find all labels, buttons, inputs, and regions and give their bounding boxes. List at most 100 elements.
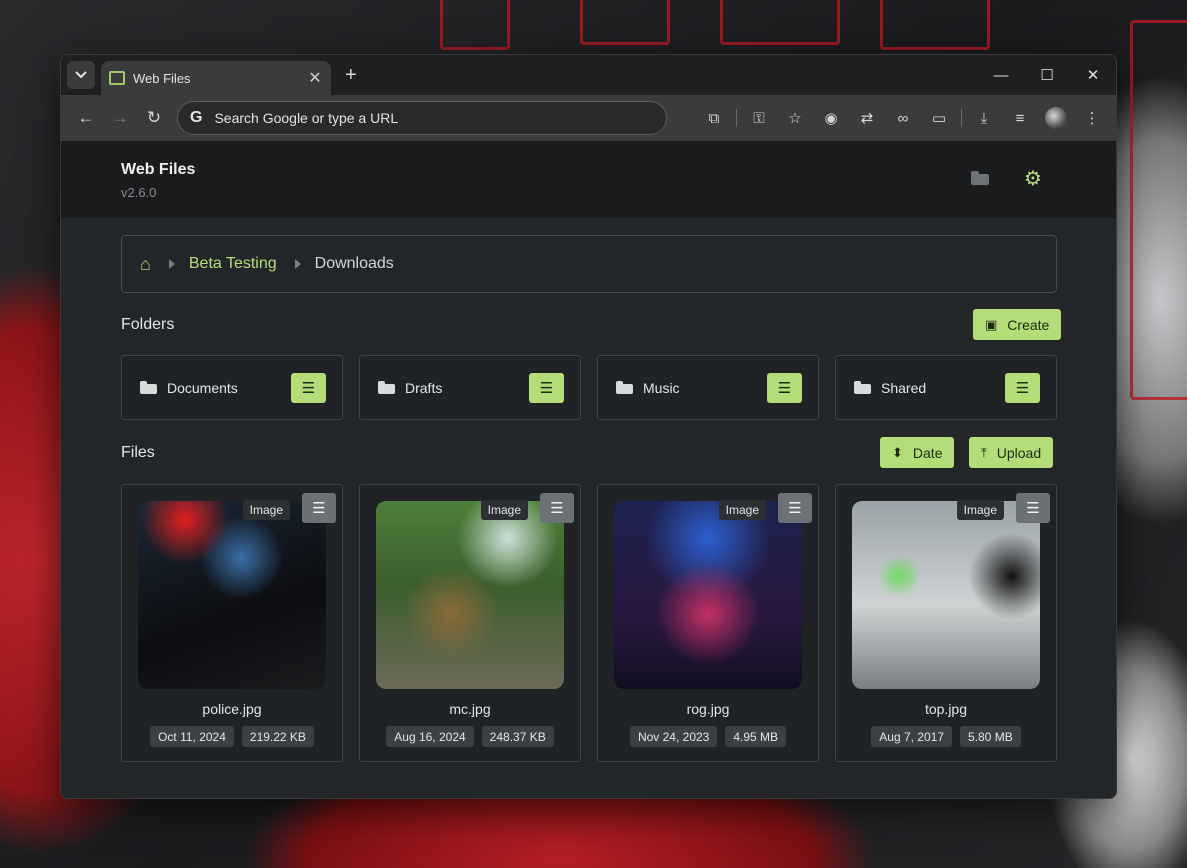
sort-icon: ⬍	[892, 444, 903, 460]
app-title: Web Files	[121, 161, 196, 178]
file-card-top[interactable]: Image ☰ top.jpg Aug 7, 2017 5.80 MB	[835, 484, 1057, 762]
wallpaper-glyph	[440, 0, 510, 50]
chevron-down-icon	[75, 71, 87, 79]
install-app-icon[interactable]: ▭	[921, 101, 957, 135]
folder-icon[interactable]	[971, 171, 989, 185]
file-menu-button[interactable]: ☰	[302, 493, 336, 523]
home-icon[interactable]: ⌂	[140, 254, 151, 275]
web-files-favicon-icon	[109, 71, 125, 85]
media-queue-icon[interactable]: ≡	[1002, 101, 1038, 135]
folder-name: Documents	[167, 379, 238, 396]
file-menu-button[interactable]: ☰	[778, 493, 812, 523]
sort-date-button[interactable]: ⬍ Date	[880, 437, 955, 468]
tab-search-button[interactable]	[67, 61, 95, 89]
address-bar[interactable]: G Search Google or type a URL	[177, 101, 667, 135]
file-date: Aug 7, 2017	[871, 726, 953, 747]
file-type-badge: Image	[242, 500, 290, 520]
lens-camera-icon[interactable]: ◉	[813, 101, 849, 135]
upload-button[interactable]: ⤒ Upload	[969, 437, 1054, 468]
download-icon[interactable]: ⤓	[966, 101, 1002, 135]
folder-plus-icon: ▣	[985, 316, 998, 332]
more-menu-icon[interactable]: ⋮	[1074, 101, 1110, 135]
folder-icon	[854, 381, 871, 394]
folder-name: Drafts	[405, 379, 443, 396]
file-size: 248.37 KB	[481, 726, 554, 747]
file-date: Oct 11, 2024	[150, 726, 234, 747]
wallpaper-glyph	[880, 0, 990, 50]
hamburger-menu-icon: ☰	[1026, 500, 1040, 517]
settings-gear-icon[interactable]: ⚙	[1024, 169, 1042, 189]
folders-heading: Folders	[121, 316, 175, 333]
back-icon[interactable]: ←	[69, 101, 103, 135]
folder-card-drafts[interactable]: Drafts ☰	[359, 355, 581, 420]
file-menu-button[interactable]: ☰	[1016, 493, 1050, 523]
create-label: Create	[1007, 316, 1050, 333]
toolbar-divider	[736, 109, 737, 127]
upload-label: Upload	[996, 444, 1042, 461]
file-type-badge: Image	[480, 500, 528, 520]
link-icon[interactable]: ∞	[885, 101, 921, 135]
wallpaper-glyph	[1130, 20, 1187, 400]
bookmark-star-icon[interactable]: ☆	[777, 101, 813, 135]
password-key-icon[interactable]: ⚿	[741, 101, 777, 135]
file-name: top.jpg	[924, 701, 968, 717]
profile-avatar[interactable]	[1038, 101, 1074, 135]
file-menu-button[interactable]: ☰	[540, 493, 574, 523]
create-folder-button[interactable]: ▣ Create	[973, 309, 1062, 340]
hamburger-menu-icon: ☰	[1015, 380, 1030, 397]
close-window-icon[interactable]: ✕	[1070, 55, 1116, 95]
file-name: mc.jpg	[449, 701, 491, 717]
folder-name: Shared	[881, 379, 927, 396]
file-date: Nov 24, 2023	[629, 726, 718, 747]
reload-icon[interactable]: ↻	[137, 101, 171, 135]
tab-title: Web Files	[133, 70, 191, 86]
tab-strip: Web Files ✕ + — ☐ ✕	[61, 55, 1116, 95]
translate-icon[interactable]: ⇄	[849, 101, 885, 135]
breadcrumb-current: Downloads	[314, 255, 394, 272]
folder-menu-button[interactable]: ☰	[1005, 373, 1040, 403]
folder-card-music[interactable]: Music ☰	[597, 355, 819, 420]
file-name: police.jpg	[202, 701, 262, 717]
browser-window: Web Files ✕ + — ☐ ✕ ← → ↻ G Search Googl…	[60, 54, 1117, 799]
folder-icon	[378, 381, 395, 394]
hamburger-menu-icon: ☰	[777, 380, 792, 397]
file-thumbnail[interactable]	[852, 501, 1040, 689]
upload-icon: ⤒	[981, 444, 987, 460]
folder-card-shared[interactable]: Shared ☰	[835, 355, 1057, 420]
app-version: v2.6.0	[121, 185, 157, 200]
file-thumbnail[interactable]	[614, 501, 802, 689]
browser-tab[interactable]: Web Files ✕	[101, 61, 331, 95]
hamburger-menu-icon: ☰	[788, 500, 802, 517]
folder-menu-button[interactable]: ☰	[529, 373, 564, 403]
minimize-icon[interactable]: —	[978, 55, 1024, 95]
file-type-badge: Image	[718, 500, 766, 520]
file-thumbnail[interactable]	[138, 501, 326, 689]
file-card-police[interactable]: Image ☰ police.jpg Oct 11, 2024 219.22 K…	[121, 484, 343, 762]
file-card-rog[interactable]: Image ☰ rog.jpg Nov 24, 2023 4.95 MB	[597, 484, 819, 762]
forward-icon[interactable]: →	[103, 101, 137, 135]
folder-name: Music	[643, 379, 680, 396]
new-tab-button[interactable]: +	[345, 64, 357, 87]
close-tab-icon[interactable]: ✕	[307, 68, 323, 88]
toolbar-divider	[961, 109, 962, 127]
folder-card-documents[interactable]: Documents ☰	[121, 355, 343, 420]
folder-menu-button[interactable]: ☰	[291, 373, 326, 403]
extensions-icon[interactable]: ⧉	[696, 101, 732, 135]
file-thumbnail[interactable]	[376, 501, 564, 689]
maximize-icon[interactable]: ☐	[1024, 55, 1070, 95]
folder-menu-button[interactable]: ☰	[767, 373, 802, 403]
hamburger-menu-icon: ☰	[301, 380, 316, 397]
file-name: rog.jpg	[686, 701, 730, 717]
folder-icon	[616, 381, 633, 394]
breadcrumb-link-beta-testing[interactable]: Beta Testing	[189, 255, 277, 273]
web-files-app: Web Files v2.6.0 ⚙ ⌂ Beta Testing Downlo…	[61, 141, 1116, 798]
file-date: Aug 16, 2024	[386, 726, 474, 747]
hamburger-menu-icon: ☰	[312, 500, 326, 517]
file-card-mc[interactable]: Image ☰ mc.jpg Aug 16, 2024 248.37 KB	[359, 484, 581, 762]
file-size: 4.95 MB	[725, 726, 787, 747]
file-size: 5.80 MB	[960, 726, 1021, 747]
google-icon: G	[190, 109, 203, 126]
file-size: 219.22 KB	[241, 726, 314, 747]
wallpaper-glyph	[720, 0, 840, 45]
window-controls: — ☐ ✕	[978, 55, 1116, 95]
